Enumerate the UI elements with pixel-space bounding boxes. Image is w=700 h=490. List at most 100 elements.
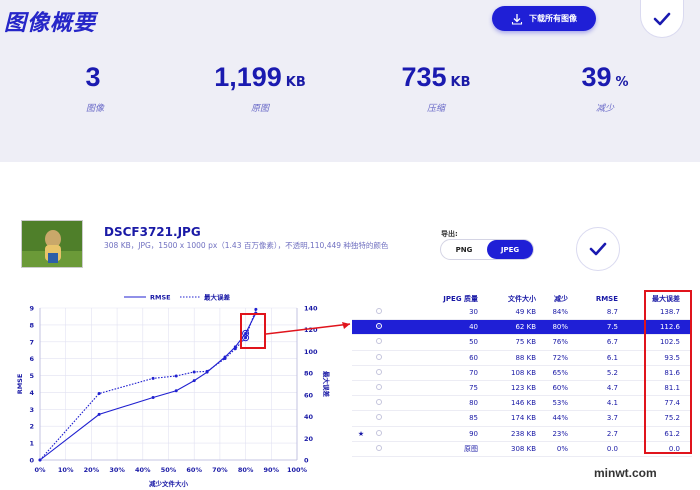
table-body: 30 49 KB 84% 8.7 138.7 40 62 KB 80% 7.5 112.6 50 75… [352, 305, 692, 457]
image-thumbnail[interactable] [21, 220, 83, 268]
row-radio[interactable] [370, 308, 388, 316]
apply-button[interactable] [576, 227, 620, 271]
stat-unit: KB [285, 75, 306, 90]
cell-reduction: 65% [552, 368, 568, 377]
col-quality: JPEG 质量 [443, 294, 478, 303]
row-radio[interactable] [370, 444, 388, 453]
rmse-point [151, 396, 155, 400]
file-name: DSCF3721.JPG [104, 225, 201, 239]
stat-value: 1,199 [214, 62, 282, 92]
cell-reduction: 53% [552, 399, 568, 408]
row-radio[interactable] [370, 384, 388, 392]
cell-rmse: 6.7 [606, 338, 618, 347]
table-row[interactable]: 30 49 KB 84% 8.7 138.7 [352, 305, 692, 321]
x-tick-label: 70% [212, 466, 228, 474]
cell-rmse: 5.2 [606, 368, 618, 377]
y-left-tick-label: 4 [29, 389, 34, 397]
rmse-line [39, 312, 257, 461]
table-row[interactable]: 原图 308 KB 0% 0.0 0.0 [352, 442, 692, 457]
cell-rmse: 7.5 [606, 323, 618, 332]
radio-icon [376, 353, 382, 360]
table-row[interactable]: 70 108 KB 65% 5.2 81.6 [352, 366, 692, 381]
x-tick-label: 60% [186, 466, 202, 474]
cell-rmse: 4.1 [606, 399, 618, 408]
download-all-button[interactable]: 下载所有图像 [492, 6, 596, 31]
cell-size: 308 KB [511, 444, 536, 453]
cell-rmse: 8.7 [606, 308, 618, 317]
row-radio[interactable] [370, 353, 388, 362]
max-error-point [38, 458, 42, 462]
row-radio[interactable] [370, 368, 388, 377]
table-row[interactable]: 40 62 KB 80% 7.5 112.6 [352, 320, 692, 336]
cell-size: 49 KB [515, 308, 536, 317]
cell-quality: 80 [469, 399, 478, 408]
y-right-tick-label: 20 [304, 435, 314, 443]
table-row[interactable]: 75 123 KB 60% 4.7 81.1 [352, 381, 692, 397]
export-format-toggle[interactable]: PNG JPEG [440, 239, 534, 260]
radio-icon [376, 444, 382, 451]
table-row[interactable]: 60 88 KB 72% 6.1 93.5 [352, 351, 692, 366]
row-radio[interactable] [370, 399, 388, 407]
download-icon [511, 13, 523, 25]
cell-quality: 90 [469, 429, 478, 438]
stat-reduction: 39% 减少 [530, 62, 680, 114]
y-right-tick-label: 140 [304, 305, 318, 313]
table-row[interactable]: ★ 90 238 KB 23% 2.7 61.2 [352, 427, 692, 442]
row-radio[interactable] [370, 323, 388, 331]
legend-rmse-label: RMSE [150, 294, 171, 302]
rmse-point [174, 389, 178, 393]
y-left-axis-label: RMSE [16, 374, 24, 395]
cell-quality: 原图 [464, 444, 478, 453]
cell-reduction: 0% [556, 444, 568, 453]
y-right-tick-label: 80 [304, 370, 314, 378]
x-tick-label: 30% [109, 466, 125, 474]
radio-icon [376, 338, 382, 345]
x-tick-label: 90% [264, 466, 280, 474]
row-radio[interactable] [370, 429, 388, 438]
max-error-point [192, 370, 196, 374]
y-left-tick-label: 9 [29, 305, 34, 313]
radio-icon [376, 429, 382, 436]
cell-quality: 50 [469, 338, 478, 347]
y-left-tick-label: 3 [29, 406, 34, 414]
y-left-tick-label: 5 [29, 372, 34, 380]
cell-rmse: 4.7 [606, 384, 618, 393]
y-right-axis-label: 最大误差 [322, 371, 331, 398]
stat-label: 原图 [250, 104, 269, 114]
y-left-tick-label: 1 [29, 440, 34, 448]
cell-size: 174 KB [511, 414, 536, 423]
max-error-point [174, 374, 178, 378]
cell-quality: 75 [469, 384, 478, 393]
export-option-jpeg[interactable]: JPEG [487, 240, 533, 259]
y-right-tick-label: 40 [304, 413, 314, 421]
star-icon: ★ [357, 429, 365, 438]
table-row[interactable]: 85 174 KB 44% 3.7 75.2 [352, 411, 692, 427]
col-rmse: RMSE [595, 294, 618, 303]
stat-compressed: 735 KB 压缩 [361, 62, 511, 114]
y-left-tick-label: 6 [29, 355, 34, 363]
check-icon [653, 12, 671, 25]
cell-size: 75 KB [515, 338, 536, 347]
confirm-button[interactable] [640, 0, 684, 38]
x-tick-label: 100% [287, 466, 308, 474]
annotation-arrow [266, 322, 351, 335]
cell-size: 146 KB [511, 399, 536, 408]
y-left-tick-label: 0 [29, 457, 34, 465]
download-all-label: 下载所有图像 [529, 14, 577, 23]
cell-reduction: 84% [552, 308, 568, 317]
stat-label: 图像 [85, 104, 104, 114]
radio-icon [376, 308, 382, 315]
table-row[interactable]: 50 75 KB 76% 6.7 102.5 [352, 335, 692, 351]
max-error-point [223, 356, 227, 360]
cell-quality: 30 [469, 308, 478, 317]
export-option-png[interactable]: PNG [441, 240, 487, 259]
cell-rmse: 0.0 [606, 444, 618, 453]
table-row[interactable]: 80 146 KB 53% 4.1 77.4 [352, 396, 692, 412]
cell-quality: 60 [469, 353, 478, 362]
row-radio[interactable] [370, 414, 388, 422]
col-reduction: 减少 [554, 294, 568, 303]
stat-value: 735 [401, 62, 447, 92]
row-radio[interactable] [370, 338, 388, 346]
cell-reduction: 72% [552, 353, 568, 362]
stat-images: 3 图像 [20, 62, 170, 114]
